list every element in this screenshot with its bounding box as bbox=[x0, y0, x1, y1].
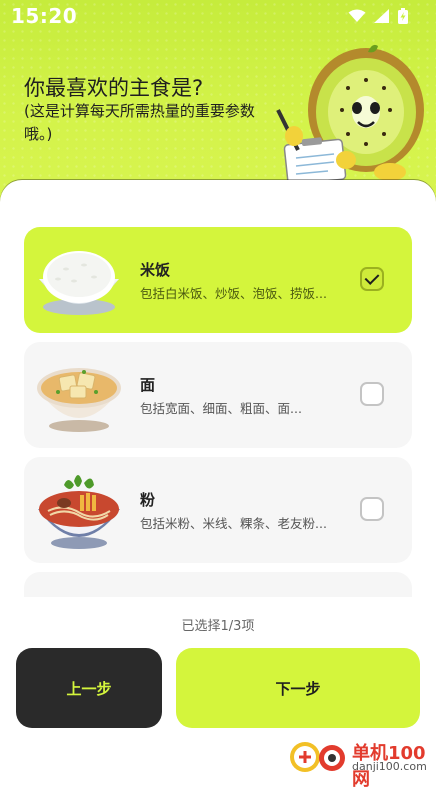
rice-noodle-bowl-image bbox=[38, 475, 120, 549]
option-description: 包括宽面、细面、粗面、面... bbox=[140, 401, 302, 416]
noodle-bowl-image bbox=[37, 368, 121, 432]
bowl-image bbox=[34, 582, 124, 597]
signal-icon bbox=[374, 9, 389, 23]
option-name: 面 bbox=[140, 376, 156, 394]
selection-count: 已选择1/3项 bbox=[181, 619, 255, 634]
next-step-button[interactable]: 下一步 bbox=[176, 648, 420, 728]
option-checkbox-checked[interactable] bbox=[360, 267, 384, 291]
option-name: 米饭 bbox=[140, 261, 171, 279]
option-card-partial[interactable] bbox=[24, 572, 412, 597]
wifi-icon bbox=[348, 9, 366, 22]
previous-step-button[interactable]: 上一步 bbox=[16, 648, 162, 728]
option-card-noodles[interactable]: 面 包括宽面、细面、粗面、面... bbox=[24, 342, 412, 448]
option-name: 粉 bbox=[140, 491, 156, 509]
status-time: 15:20 bbox=[11, 4, 78, 28]
question-title: 你最喜欢的主食是? bbox=[24, 76, 204, 100]
options-list[interactable]: 米饭 包括白米饭、炒饭、泡饭、捞饭... 面 包括宽面、细面、粗面、面... 粉… bbox=[0, 180, 436, 597]
option-checkbox[interactable] bbox=[360, 497, 384, 521]
question-subtitle: (这是计算每天所需热量的重要参数哦。) bbox=[24, 102, 255, 143]
option-checkbox[interactable] bbox=[360, 382, 384, 406]
option-card-rice[interactable]: 米饭 包括白米饭、炒饭、泡饭、捞饭... bbox=[24, 227, 412, 333]
option-description: 包括米粉、米线、粿条、老友粉... bbox=[140, 516, 327, 531]
status-bar: 15:20 bbox=[0, 0, 436, 32]
battery-charging-icon bbox=[398, 8, 408, 24]
watermark-domain: danji100.com bbox=[352, 760, 427, 773]
option-description: 包括白米饭、炒饭、泡饭、捞饭... bbox=[140, 286, 327, 301]
rice-bowl-image bbox=[39, 251, 119, 315]
system-icons bbox=[348, 8, 408, 24]
option-card-rice-noodles[interactable]: 粉 包括米粉、米线、粿条、老友粉... bbox=[24, 457, 412, 563]
kiwi-mascot-illustration bbox=[276, 44, 424, 186]
